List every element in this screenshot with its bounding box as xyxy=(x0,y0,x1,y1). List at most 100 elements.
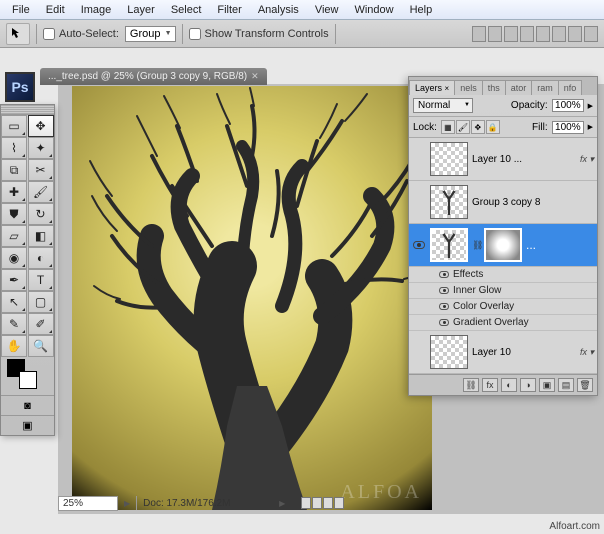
stamp-tool[interactable]: ⛊ xyxy=(1,203,27,225)
document-canvas[interactable]: ALFOA xyxy=(72,86,432,510)
lock-all-icon[interactable]: 🔒 xyxy=(486,120,500,134)
hand-tool[interactable]: ✋ xyxy=(1,335,27,357)
menu-view[interactable]: View xyxy=(307,2,347,18)
show-transform-checkbox[interactable]: Show Transform Controls xyxy=(189,28,329,40)
document-tab[interactable]: ..._tree.psd @ 25% (Group 3 copy 9, RGB/… xyxy=(40,68,267,85)
menu-filter[interactable]: Filter xyxy=(209,2,249,18)
layer-thumbnail[interactable] xyxy=(430,228,468,262)
menu-help[interactable]: Help xyxy=(402,2,441,18)
mask-thumbnail[interactable] xyxy=(484,228,522,262)
visibility-toggle[interactable] xyxy=(412,238,426,252)
tab-channels[interactable]: nels xyxy=(454,80,483,95)
layer-thumbnail[interactable] xyxy=(430,335,468,369)
type-tool[interactable]: T xyxy=(28,269,54,291)
align-btn[interactable] xyxy=(472,26,486,42)
eye-icon[interactable] xyxy=(439,303,449,310)
auto-select-checkbox[interactable]: Auto-Select: xyxy=(43,28,119,40)
crop-tool[interactable]: ⧉ xyxy=(1,159,27,181)
adjustment-layer-button[interactable]: ◑ xyxy=(520,378,536,392)
mask-link-icon[interactable]: ⛓ xyxy=(472,240,480,251)
eye-icon[interactable] xyxy=(439,271,449,278)
layer-group-button[interactable]: ▣ xyxy=(539,378,555,392)
menu-select[interactable]: Select xyxy=(163,2,210,18)
move-tool[interactable]: ✥ xyxy=(28,115,54,137)
lock-transparency-icon[interactable]: ▦ xyxy=(441,120,455,134)
layer-row[interactable]: Group 3 copy 8 xyxy=(409,181,597,224)
align-btn[interactable] xyxy=(568,26,582,42)
tab-layers[interactable]: Layers × xyxy=(409,80,455,95)
auto-select-dropdown[interactable]: Group xyxy=(125,26,176,42)
fill-field[interactable]: 100% xyxy=(552,121,584,134)
visibility-toggle[interactable] xyxy=(412,345,426,359)
layer-row[interactable]: Layer 10 ... fx ▾ xyxy=(409,138,597,181)
lock-pixels-icon[interactable]: 🖌 xyxy=(456,120,470,134)
lasso-tool[interactable]: ⌇ xyxy=(1,137,27,159)
blur-tool[interactable]: ◉ xyxy=(1,247,27,269)
brush-tool[interactable]: 🖌 xyxy=(28,181,54,203)
layer-name[interactable]: Layer 10 ... xyxy=(472,154,576,165)
zoom-arrow-icon[interactable]: ▶ xyxy=(124,499,130,508)
menu-analysis[interactable]: Analysis xyxy=(250,2,307,18)
eyedropper-tool[interactable]: ✐ xyxy=(28,313,54,335)
effect-item[interactable]: Color Overlay xyxy=(409,299,597,315)
layer-thumbnail[interactable] xyxy=(430,142,468,176)
blend-mode-dropdown[interactable]: Normal xyxy=(413,98,473,113)
layer-name[interactable]: Group 3 copy 8 xyxy=(472,197,594,208)
gradient-tool[interactable]: ◧ xyxy=(28,225,54,247)
delete-layer-button[interactable]: 🗑 xyxy=(577,378,593,392)
align-btn[interactable] xyxy=(504,26,518,42)
marquee-tool[interactable]: ▭ xyxy=(1,115,27,137)
dodge-tool[interactable]: ◐ xyxy=(28,247,54,269)
quickmask-toggle[interactable]: ◙ xyxy=(1,395,54,415)
align-btn[interactable] xyxy=(552,26,566,42)
eraser-tool[interactable]: ▱ xyxy=(1,225,27,247)
opacity-arrow-icon[interactable]: ▶ xyxy=(588,102,593,110)
shape-tool[interactable]: ▢ xyxy=(28,291,54,313)
fx-badge[interactable]: fx ▾ xyxy=(580,347,594,358)
layer-name[interactable]: Layer 10 xyxy=(472,347,576,358)
tab-navigator[interactable]: ator xyxy=(505,80,533,95)
menu-edit[interactable]: Edit xyxy=(38,2,73,18)
eye-icon[interactable] xyxy=(439,319,449,326)
lock-position-icon[interactable]: ✥ xyxy=(471,120,485,134)
layer-mask-button[interactable]: ◐ xyxy=(501,378,517,392)
layer-expand-icon[interactable]: ... xyxy=(526,238,536,252)
fx-badge[interactable]: fx ▾ xyxy=(580,154,594,165)
heal-tool[interactable]: ✚ xyxy=(1,181,27,203)
effects-header[interactable]: Effects xyxy=(409,267,597,283)
pen-tool[interactable]: ✒ xyxy=(1,269,27,291)
screenmode-toggle[interactable]: ▣ xyxy=(1,415,54,435)
menu-window[interactable]: Window xyxy=(346,2,401,18)
align-btn[interactable] xyxy=(584,26,598,42)
background-swatch[interactable] xyxy=(19,371,37,389)
panel-handle[interactable] xyxy=(1,105,54,115)
visibility-toggle[interactable] xyxy=(412,195,426,209)
layer-row[interactable]: Layer 10 fx ▾ xyxy=(409,331,597,374)
move-tool-icon[interactable] xyxy=(6,23,30,45)
menu-file[interactable]: File xyxy=(4,2,38,18)
tab-paths[interactable]: ths xyxy=(482,80,506,95)
visibility-toggle[interactable] xyxy=(412,152,426,166)
history-brush-tool[interactable]: ↻ xyxy=(28,203,54,225)
layer-row-selected[interactable]: ⛓ ... xyxy=(409,224,597,267)
slice-tool[interactable]: ✂ xyxy=(28,159,54,181)
tab-histogram[interactable]: ram xyxy=(531,80,559,95)
effect-item[interactable]: Gradient Overlay xyxy=(409,315,597,331)
notes-tool[interactable]: ✎ xyxy=(1,313,27,335)
zoom-tool[interactable]: 🔍 xyxy=(28,335,54,357)
status-arrow-icon[interactable]: ▶ xyxy=(279,499,285,508)
zoom-field[interactable]: 25% xyxy=(58,496,118,511)
close-tab-icon[interactable]: ✕ xyxy=(251,71,259,82)
fill-arrow-icon[interactable]: ▶ xyxy=(588,123,593,131)
opacity-field[interactable]: 100% xyxy=(552,99,584,112)
menu-image[interactable]: Image xyxy=(73,2,120,18)
menu-layer[interactable]: Layer xyxy=(119,2,163,18)
tab-info[interactable]: nfo xyxy=(558,80,583,95)
color-swatches[interactable] xyxy=(1,357,54,395)
align-btn[interactable] xyxy=(536,26,550,42)
path-tool[interactable]: ↖ xyxy=(1,291,27,313)
align-btn[interactable] xyxy=(488,26,502,42)
layer-style-button[interactable]: fx xyxy=(482,378,498,392)
wand-tool[interactable]: ✦ xyxy=(28,137,54,159)
new-layer-button[interactable]: ▤ xyxy=(558,378,574,392)
